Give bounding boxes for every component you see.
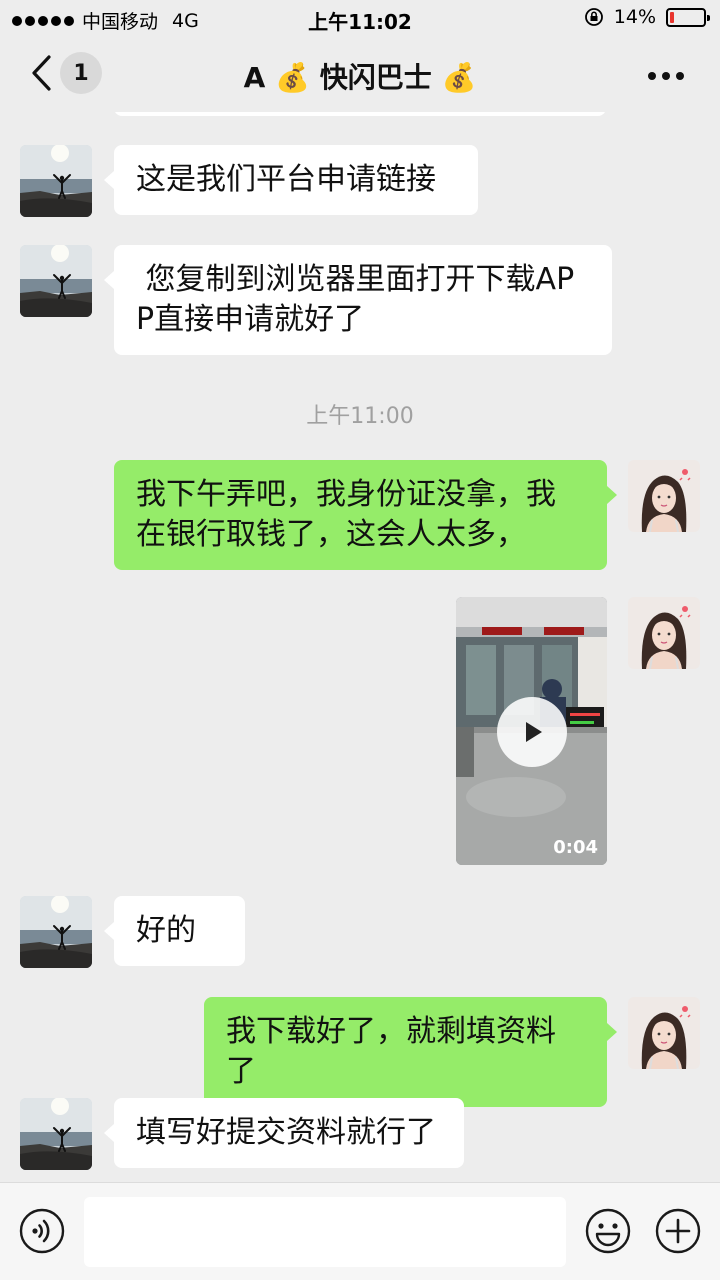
contact-avatar[interactable] — [20, 245, 92, 317]
battery-level — [670, 11, 674, 23]
contact-avatar[interactable] — [20, 896, 92, 968]
play-icon — [526, 722, 542, 742]
my-avatar[interactable] — [628, 460, 700, 532]
battery-icon — [666, 7, 710, 27]
more-dots-icon[interactable] — [648, 72, 684, 80]
contact-avatar[interactable] — [20, 1098, 92, 1170]
status-bar: 中国移动 4G 上午11:02 14% — [0, 0, 720, 36]
chat-title: A 💰 快闪巴士 💰 — [243, 61, 477, 94]
battery-percent: 14% — [613, 6, 656, 28]
video-duration: 0:04 — [553, 837, 598, 858]
video-message[interactable]: 0:04 — [456, 597, 607, 865]
contact-avatar[interactable] — [20, 145, 92, 217]
incoming-message-bubble[interactable]: 填写好提交资料就行了 — [104, 1098, 464, 1168]
outgoing-message-bubble[interactable]: 我下载好了，就剩填资料了 — [204, 997, 617, 1107]
my-avatar[interactable] — [628, 997, 700, 1069]
message-timestamp: 上午11:00 — [306, 404, 414, 429]
outgoing-message-bubble[interactable]: 我下午弄吧，我身份证没拿，我在银行取钱了，这会人太多， — [114, 460, 617, 570]
incoming-message-bubble[interactable]: 好的 — [104, 896, 245, 966]
incoming-message-bubble[interactable]: 这是我们平台申请链接 — [104, 145, 478, 215]
plus-icon[interactable] — [654, 1207, 702, 1255]
previous-message-bubble — [114, 112, 606, 116]
message-input[interactable] — [84, 1197, 566, 1267]
play-button[interactable] — [497, 697, 567, 767]
rotation-lock-icon — [584, 8, 603, 26]
voice-icon[interactable] — [18, 1207, 66, 1255]
incoming-message-bubble[interactable]: 您复制到浏览器里面打开下载APP直接申请就好了 — [104, 245, 612, 355]
chat-message-list[interactable]: 这是我们平台申请链接 您复制到浏览器里面打开下载APP直接申请就好了 上午11:… — [0, 112, 720, 1182]
emoji-icon[interactable] — [584, 1207, 632, 1255]
message-input-bar — [0, 1182, 720, 1280]
status-right: 14% — [584, 6, 710, 28]
my-avatar[interactable] — [628, 597, 700, 669]
chat-header: 1 A 💰 快闪巴士 💰 — [0, 36, 720, 112]
